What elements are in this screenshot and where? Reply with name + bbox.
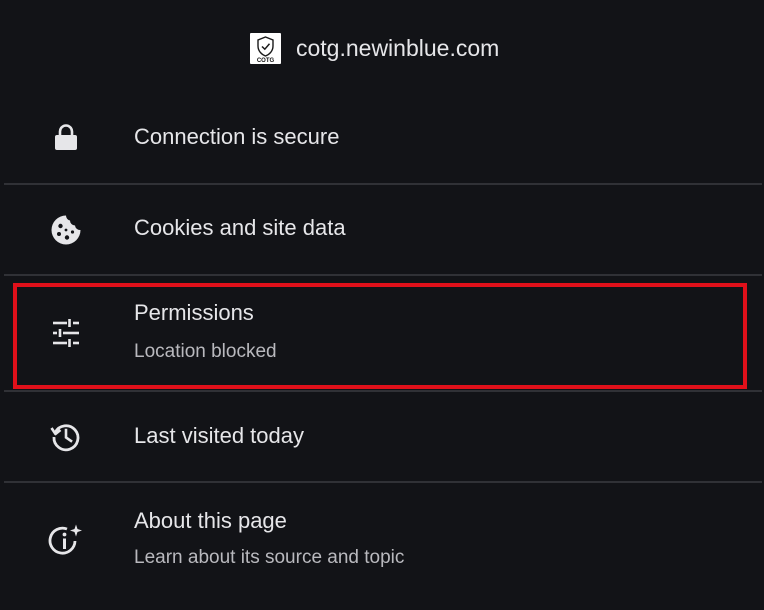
permissions-row[interactable]: Permissions Location blocked <box>0 276 764 390</box>
cookies-site-data-row[interactable]: Cookies and site data <box>0 185 764 275</box>
connection-security-label: Connection is secure <box>134 124 340 149</box>
cookies-site-data-label: Cookies and site data <box>134 215 346 240</box>
permissions-status: Location blocked <box>134 341 277 362</box>
last-visited-label: Last visited today <box>134 423 304 448</box>
connection-security-row[interactable]: Connection is secure <box>0 96 764 184</box>
site-hostname: cotg.newinblue.com <box>296 35 500 61</box>
favicon-text: COTG <box>257 58 275 64</box>
last-visited-row[interactable]: Last visited today <box>0 392 764 481</box>
tune-sliders-icon <box>48 315 84 351</box>
cookie-icon <box>48 212 84 248</box>
lock-icon <box>48 120 84 156</box>
history-icon <box>48 419 84 455</box>
info-sparkle-icon <box>48 522 84 558</box>
site-info-header: COTG cotg.newinblue.com <box>0 0 764 96</box>
about-this-page-label: About this page <box>134 508 287 533</box>
permissions-label: Permissions <box>134 300 254 325</box>
about-this-page-description: Learn about its source and topic <box>134 547 405 568</box>
site-favicon: COTG <box>250 33 281 64</box>
about-this-page-row[interactable]: About this page Learn about its source a… <box>0 483 764 593</box>
